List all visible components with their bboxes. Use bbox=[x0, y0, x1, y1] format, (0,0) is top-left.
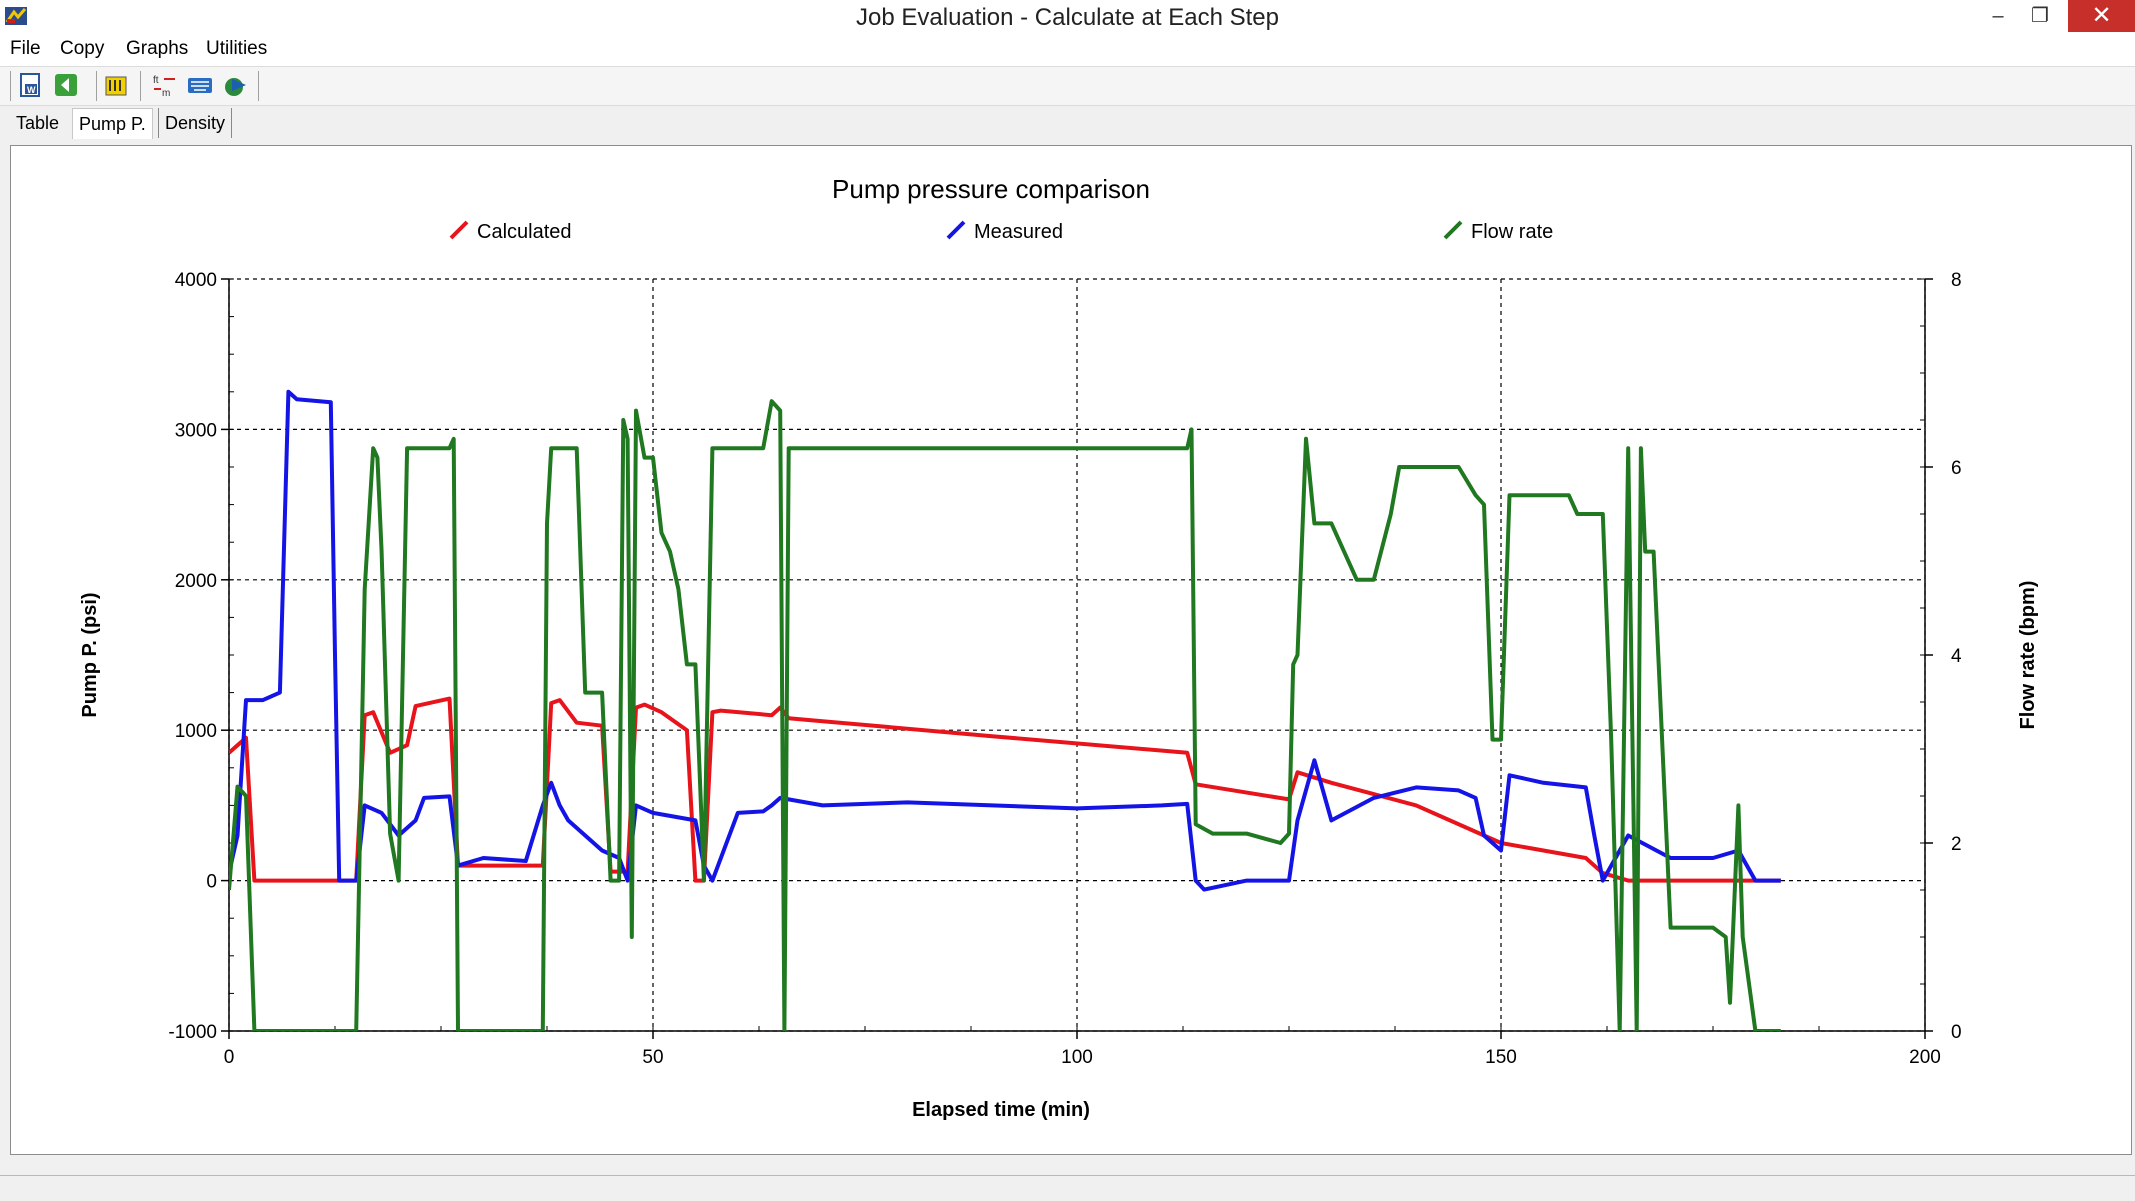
y-tick-label: -1000 bbox=[168, 1022, 217, 1043]
menu-bar: File Copy Graphs Utilities bbox=[0, 34, 2135, 66]
series-layer bbox=[229, 389, 1781, 1031]
svg-text:W: W bbox=[27, 85, 36, 95]
toolbar-separator bbox=[258, 71, 259, 101]
legend-measured-swatch bbox=[946, 220, 966, 240]
units-icon[interactable] bbox=[102, 71, 130, 99]
y2-axis-label: Flow rate (bpm) bbox=[2017, 581, 2039, 730]
y2-tick-label: 4 bbox=[1951, 646, 1962, 667]
legend-measured-label: Measured bbox=[974, 221, 1063, 243]
toolbar: W ft m bbox=[0, 66, 2135, 106]
x-axis-label: Elapsed time (min) bbox=[912, 1099, 1090, 1121]
legend-flow-rate-label: Flow rate bbox=[1471, 221, 1553, 243]
axes: 0 50 100 150 200 -1000 0 1000 2000 3000 4000 0 2 4 6 8 bbox=[168, 270, 1962, 1068]
tab-table[interactable]: Table bbox=[10, 108, 65, 138]
menu-copy[interactable]: Copy bbox=[60, 38, 104, 60]
y-axis-label: Pump P. (psi) bbox=[79, 592, 101, 717]
flow-rate-series-line bbox=[229, 399, 1781, 1031]
run-icon[interactable] bbox=[222, 71, 250, 99]
y-tick-label: 4000 bbox=[175, 270, 217, 291]
toolbar-separator bbox=[10, 71, 11, 101]
restore-button[interactable]: ❐ bbox=[2010, 0, 2070, 32]
status-bar bbox=[0, 1175, 2135, 1201]
y-tick-label: 0 bbox=[206, 872, 217, 893]
ft-m-convert-icon[interactable]: ft m bbox=[150, 71, 178, 99]
tab-density[interactable]: Density bbox=[158, 108, 233, 138]
legend-calculated-label: Calculated bbox=[477, 221, 572, 243]
y-tick-label: 2000 bbox=[175, 571, 217, 592]
y2-tick-label: 2 bbox=[1951, 834, 1962, 855]
measured-series-line bbox=[229, 389, 1781, 892]
tab-pump-p[interactable]: Pump P. bbox=[72, 108, 153, 139]
toolbar-separator bbox=[140, 71, 141, 101]
chart-panel: Pump pressure comparison Calculated Meas… bbox=[10, 145, 2132, 1155]
x-tick-label: 50 bbox=[642, 1047, 663, 1068]
export-word-icon[interactable]: W bbox=[16, 71, 44, 99]
menu-file[interactable]: File bbox=[10, 38, 41, 60]
x-tick-label: 150 bbox=[1485, 1047, 1517, 1068]
x-tick-label: 200 bbox=[1909, 1047, 1941, 1068]
window-title: Job Evaluation - Calculate at Each Step bbox=[856, 4, 1279, 31]
toolbar-separator bbox=[96, 71, 97, 101]
y2-tick-label: 6 bbox=[1951, 458, 1962, 479]
close-button[interactable]: ✕ bbox=[2068, 0, 2135, 32]
y-tick-label: 3000 bbox=[175, 420, 217, 441]
y-tick-label: 1000 bbox=[175, 721, 217, 742]
back-icon[interactable] bbox=[52, 71, 80, 99]
x-tick-label: 0 bbox=[224, 1047, 235, 1068]
svg-text:ft: ft bbox=[153, 75, 159, 86]
keyboard-icon[interactable] bbox=[186, 71, 214, 99]
legend-flow-rate-swatch bbox=[1443, 220, 1463, 240]
pump-pressure-chart: Pump pressure comparison Calculated Meas… bbox=[79, 174, 2039, 1121]
chart-title: Pump pressure comparison bbox=[832, 174, 1150, 204]
svg-text:m: m bbox=[162, 88, 170, 99]
legend-calculated-swatch bbox=[449, 220, 469, 240]
y2-tick-label: 8 bbox=[1951, 270, 1962, 291]
calculated-series-line bbox=[229, 696, 1781, 883]
y2-tick-label: 0 bbox=[1951, 1022, 1962, 1043]
x-tick-label: 100 bbox=[1061, 1047, 1093, 1068]
legend: Calculated Measured Flow rate bbox=[449, 220, 1553, 243]
menu-graphs[interactable]: Graphs bbox=[126, 38, 188, 60]
menu-utilities[interactable]: Utilities bbox=[206, 38, 267, 60]
tab-bar: Table Pump P. Density bbox=[0, 106, 2135, 140]
title-bar: Job Evaluation - Calculate at Each Step … bbox=[0, 0, 2135, 34]
